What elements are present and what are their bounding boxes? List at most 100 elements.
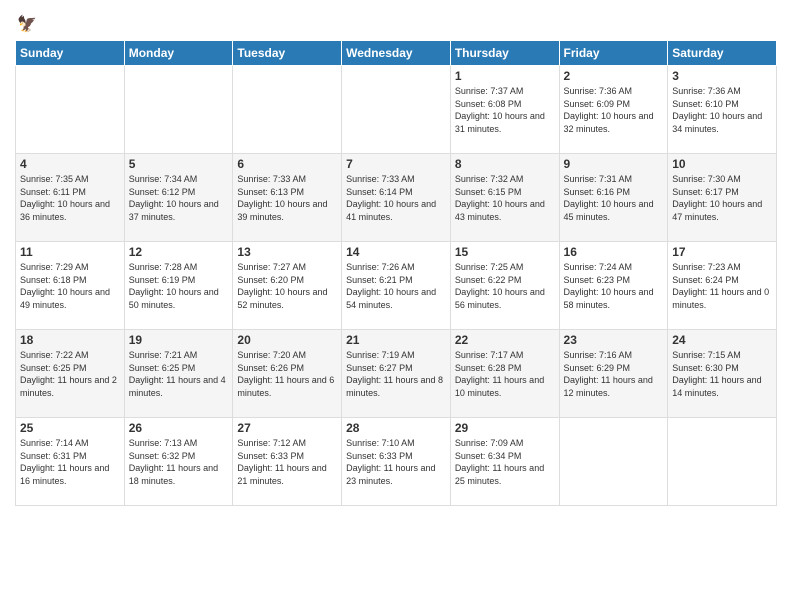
calendar-day-cell: 6 Sunrise: 7:33 AM Sunset: 6:13 PM Daylig…	[233, 154, 342, 242]
calendar-day-cell	[233, 66, 342, 154]
day-info: Sunrise: 7:31 AM Sunset: 6:16 PM Dayligh…	[564, 173, 664, 223]
day-info: Sunrise: 7:32 AM Sunset: 6:15 PM Dayligh…	[455, 173, 555, 223]
day-info: Sunrise: 7:19 AM Sunset: 6:27 PM Dayligh…	[346, 349, 446, 399]
day-info: Sunrise: 7:33 AM Sunset: 6:13 PM Dayligh…	[237, 173, 337, 223]
day-number: 21	[346, 333, 446, 347]
day-info: Sunrise: 7:24 AM Sunset: 6:23 PM Dayligh…	[564, 261, 664, 311]
calendar-day-cell: 21 Sunrise: 7:19 AM Sunset: 6:27 PM Dayli…	[342, 330, 451, 418]
day-info: Sunrise: 7:20 AM Sunset: 6:26 PM Dayligh…	[237, 349, 337, 399]
calendar-day-cell: 28 Sunrise: 7:10 AM Sunset: 6:33 PM Dayli…	[342, 418, 451, 506]
day-number: 5	[129, 157, 229, 171]
day-number: 25	[20, 421, 120, 435]
calendar-week-row: 4Sunrise: 7:35 AM Sunset: 6:11 PM Daylig…	[16, 154, 777, 242]
day-info: Sunrise: 7:17 AM Sunset: 6:28 PM Dayligh…	[455, 349, 555, 399]
day-info: Sunrise: 7:22 AM Sunset: 6:25 PM Dayligh…	[20, 349, 120, 399]
calendar-day-cell: 18 Sunrise: 7:22 AM Sunset: 6:25 PM Dayli…	[16, 330, 125, 418]
calendar-day-cell: 3Sunrise: 7:36 AM Sunset: 6:10 PM Daylig…	[668, 66, 777, 154]
day-number: 24	[672, 333, 772, 347]
day-info: Sunrise: 7:27 AM Sunset: 6:20 PM Dayligh…	[237, 261, 337, 311]
calendar-day-cell: 20 Sunrise: 7:20 AM Sunset: 6:26 PM Dayli…	[233, 330, 342, 418]
weekday-header-cell: Saturday	[668, 41, 777, 66]
calendar-day-cell: 24 Sunrise: 7:15 AM Sunset: 6:30 PM Dayli…	[668, 330, 777, 418]
day-number: 18	[20, 333, 120, 347]
calendar-day-cell: 7Sunrise: 7:33 AM Sunset: 6:14 PM Daylig…	[342, 154, 451, 242]
calendar-day-cell: 27Sunrise: 7:12 AM Sunset: 6:33 PM Dayli…	[233, 418, 342, 506]
day-number: 6	[237, 157, 337, 171]
calendar-day-cell	[342, 66, 451, 154]
day-number: 3	[672, 69, 772, 83]
calendar-day-cell: 26 Sunrise: 7:13 AM Sunset: 6:32 PM Dayli…	[124, 418, 233, 506]
calendar-day-cell	[124, 66, 233, 154]
calendar-day-cell: 19 Sunrise: 7:21 AM Sunset: 6:25 PM Dayli…	[124, 330, 233, 418]
day-info: Sunrise: 7:33 AM Sunset: 6:14 PM Dayligh…	[346, 173, 446, 223]
day-info: Sunrise: 7:28 AM Sunset: 6:19 PM Dayligh…	[129, 261, 229, 311]
calendar-body: 1 Sunrise: 7:37 AM Sunset: 6:08 PM Daylig…	[16, 66, 777, 506]
header: 🦅	[15, 10, 777, 34]
day-info: Sunrise: 7:36 AM Sunset: 6:09 PM Dayligh…	[564, 85, 664, 135]
weekday-header-cell: Monday	[124, 41, 233, 66]
day-info: Sunrise: 7:23 AM Sunset: 6:24 PM Dayligh…	[672, 261, 772, 311]
day-number: 9	[564, 157, 664, 171]
day-number: 13	[237, 245, 337, 259]
calendar-day-cell	[668, 418, 777, 506]
day-number: 15	[455, 245, 555, 259]
day-number: 12	[129, 245, 229, 259]
calendar-day-cell: 17 Sunrise: 7:23 AM Sunset: 6:24 PM Dayli…	[668, 242, 777, 330]
day-number: 1	[455, 69, 555, 83]
weekday-header-cell: Thursday	[450, 41, 559, 66]
weekday-header-cell: Tuesday	[233, 41, 342, 66]
calendar-day-cell: 11Sunrise: 7:29 AM Sunset: 6:18 PM Dayli…	[16, 242, 125, 330]
calendar-day-cell: 2 Sunrise: 7:36 AM Sunset: 6:09 PM Daylig…	[559, 66, 668, 154]
day-number: 2	[564, 69, 664, 83]
day-info: Sunrise: 7:16 AM Sunset: 6:29 PM Dayligh…	[564, 349, 664, 399]
calendar-day-cell: 9 Sunrise: 7:31 AM Sunset: 6:16 PM Daylig…	[559, 154, 668, 242]
day-number: 11	[20, 245, 120, 259]
day-number: 20	[237, 333, 337, 347]
weekday-header-row: SundayMondayTuesdayWednesdayThursdayFrid…	[16, 41, 777, 66]
day-info: Sunrise: 7:34 AM Sunset: 6:12 PM Dayligh…	[129, 173, 229, 223]
day-info: Sunrise: 7:14 AM Sunset: 6:31 PM Dayligh…	[20, 437, 120, 487]
calendar-day-cell: 25 Sunrise: 7:14 AM Sunset: 6:31 PM Dayli…	[16, 418, 125, 506]
calendar-day-cell: 14Sunrise: 7:26 AM Sunset: 6:21 PM Dayli…	[342, 242, 451, 330]
day-info: Sunrise: 7:25 AM Sunset: 6:22 PM Dayligh…	[455, 261, 555, 311]
day-info: Sunrise: 7:10 AM Sunset: 6:33 PM Dayligh…	[346, 437, 446, 487]
day-number: 8	[455, 157, 555, 171]
day-info: Sunrise: 7:09 AM Sunset: 6:34 PM Dayligh…	[455, 437, 555, 487]
day-number: 19	[129, 333, 229, 347]
day-info: Sunrise: 7:12 AM Sunset: 6:33 PM Dayligh…	[237, 437, 337, 487]
logo-bird-icon: 🦅	[17, 14, 37, 34]
calendar-week-row: 11Sunrise: 7:29 AM Sunset: 6:18 PM Dayli…	[16, 242, 777, 330]
calendar-week-row: 18 Sunrise: 7:22 AM Sunset: 6:25 PM Dayli…	[16, 330, 777, 418]
day-info: Sunrise: 7:15 AM Sunset: 6:30 PM Dayligh…	[672, 349, 772, 399]
calendar-day-cell: 12 Sunrise: 7:28 AM Sunset: 6:19 PM Dayli…	[124, 242, 233, 330]
day-info: Sunrise: 7:35 AM Sunset: 6:11 PM Dayligh…	[20, 173, 120, 223]
page-container: 🦅 SundayMondayTuesdayWednesdayThursdayFr…	[0, 0, 792, 516]
weekday-header-cell: Friday	[559, 41, 668, 66]
day-number: 17	[672, 245, 772, 259]
logo: 🦅	[15, 10, 37, 34]
day-number: 26	[129, 421, 229, 435]
day-info: Sunrise: 7:21 AM Sunset: 6:25 PM Dayligh…	[129, 349, 229, 399]
calendar-week-row: 1 Sunrise: 7:37 AM Sunset: 6:08 PM Daylig…	[16, 66, 777, 154]
day-number: 28	[346, 421, 446, 435]
calendar-header: SundayMondayTuesdayWednesdayThursdayFrid…	[16, 41, 777, 66]
calendar-week-row: 25 Sunrise: 7:14 AM Sunset: 6:31 PM Dayli…	[16, 418, 777, 506]
day-number: 10	[672, 157, 772, 171]
calendar-day-cell: 23 Sunrise: 7:16 AM Sunset: 6:29 PM Dayli…	[559, 330, 668, 418]
calendar-day-cell: 10 Sunrise: 7:30 AM Sunset: 6:17 PM Dayli…	[668, 154, 777, 242]
calendar-table: SundayMondayTuesdayWednesdayThursdayFrid…	[15, 40, 777, 506]
day-info: Sunrise: 7:13 AM Sunset: 6:32 PM Dayligh…	[129, 437, 229, 487]
calendar-day-cell: 29 Sunrise: 7:09 AM Sunset: 6:34 PM Dayli…	[450, 418, 559, 506]
day-number: 23	[564, 333, 664, 347]
day-info: Sunrise: 7:37 AM Sunset: 6:08 PM Dayligh…	[455, 85, 555, 135]
weekday-header-cell: Sunday	[16, 41, 125, 66]
day-number: 29	[455, 421, 555, 435]
day-number: 16	[564, 245, 664, 259]
calendar-day-cell: 8 Sunrise: 7:32 AM Sunset: 6:15 PM Daylig…	[450, 154, 559, 242]
calendar-day-cell: 4Sunrise: 7:35 AM Sunset: 6:11 PM Daylig…	[16, 154, 125, 242]
day-info: Sunrise: 7:30 AM Sunset: 6:17 PM Dayligh…	[672, 173, 772, 223]
calendar-day-cell: 5 Sunrise: 7:34 AM Sunset: 6:12 PM Daylig…	[124, 154, 233, 242]
calendar-day-cell: 1 Sunrise: 7:37 AM Sunset: 6:08 PM Daylig…	[450, 66, 559, 154]
day-info: Sunrise: 7:26 AM Sunset: 6:21 PM Dayligh…	[346, 261, 446, 311]
calendar-day-cell: 16 Sunrise: 7:24 AM Sunset: 6:23 PM Dayli…	[559, 242, 668, 330]
